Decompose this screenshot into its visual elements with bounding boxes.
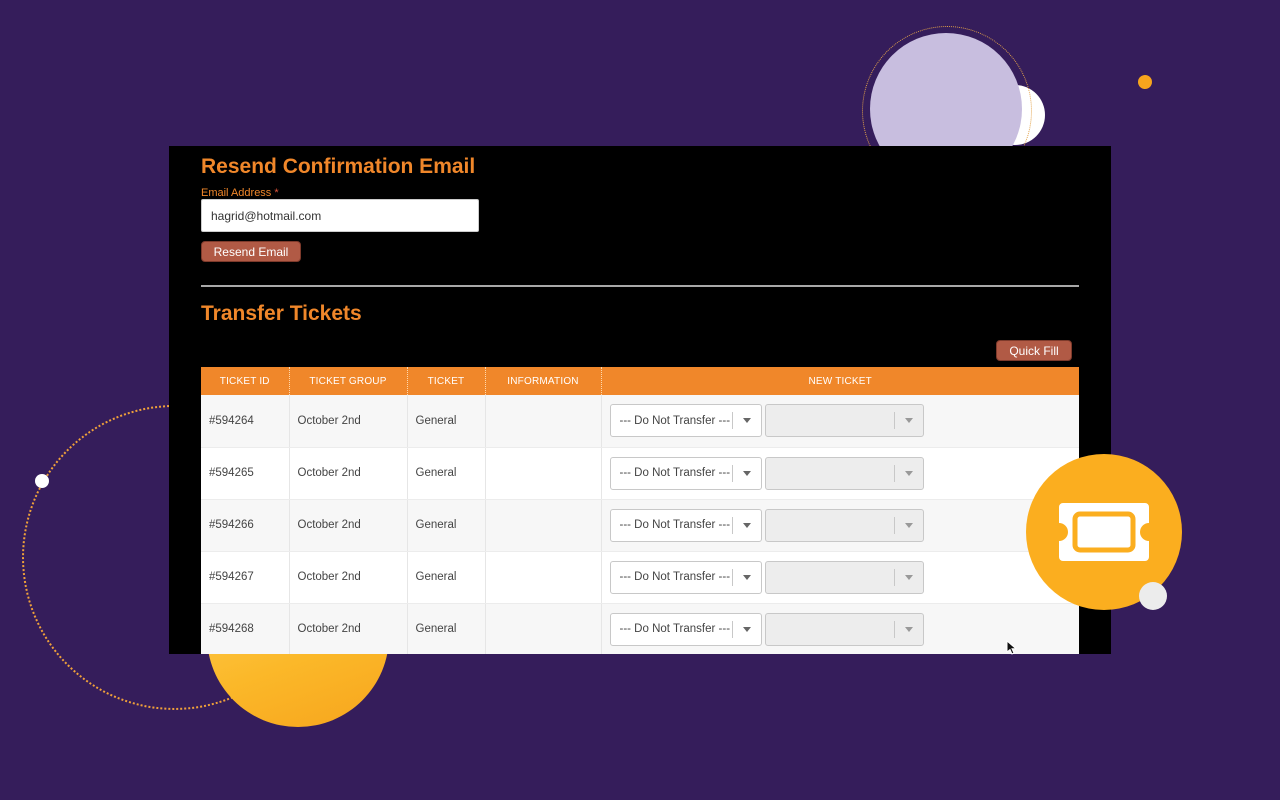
column-header-information: INFORMATION: [485, 367, 602, 395]
ticket-id-cell: #594268: [201, 603, 290, 654]
ticket-cell: General: [407, 447, 486, 500]
ticket-group-cell: October 2nd: [289, 603, 408, 654]
information-cell: [485, 551, 602, 604]
new-ticket-select-value: --- Do Not Transfer ---: [619, 467, 731, 479]
table-row: #594264 October 2nd General --- Do Not Tran…: [201, 395, 1079, 448]
new-ticket-select[interactable]: --- Do Not Transfer ---: [609, 612, 762, 646]
ticket-option-select[interactable]: [764, 508, 924, 542]
chevron-down-icon[interactable]: [733, 418, 761, 424]
required-marker: *: [274, 187, 279, 199]
table-row: #594265 October 2nd General --- Do Not Tran…: [201, 447, 1079, 500]
column-header-new-ticket: NEW TICKET: [601, 367, 1079, 395]
new-ticket-select[interactable]: --- Do Not Transfer ---: [609, 404, 762, 438]
new-ticket-select[interactable]: --- Do Not Transfer ---: [609, 456, 762, 490]
ticket-option-select[interactable]: [764, 612, 924, 646]
information-cell: [485, 603, 602, 654]
new-ticket-cell: --- Do Not Transfer ---: [601, 551, 1079, 604]
new-ticket-select[interactable]: --- Do Not Transfer ---: [609, 560, 762, 594]
ticket-cell: General: [407, 395, 486, 448]
new-ticket-select-value: --- Do Not Transfer ---: [619, 571, 731, 583]
ticket-id-cell: #594266: [201, 499, 290, 552]
column-header-ticket-group: TICKET GROUP: [289, 367, 408, 395]
resend-email-button[interactable]: Resend Email: [201, 241, 301, 262]
ticket-group-cell: October 2nd: [289, 551, 408, 604]
new-ticket-select-value: --- Do Not Transfer ---: [619, 414, 731, 427]
table-body: #594264 October 2nd General --- Do Not Tran…: [201, 395, 1079, 654]
app-window: Resend Confirmation Email Email Address …: [169, 146, 1111, 654]
chevron-down-icon[interactable]: [733, 574, 761, 580]
information-cell: [485, 395, 602, 448]
email-label-text: Email Address: [201, 187, 272, 199]
ticket-group-cell: October 2nd: [289, 395, 408, 448]
table-row: #594266 October 2nd General --- Do Not Tran…: [201, 499, 1079, 552]
ticket-option-select[interactable]: [764, 456, 924, 490]
decorative-grey-dot: [1139, 582, 1167, 610]
ticket-option-select[interactable]: [764, 404, 924, 438]
ticket-id-cell: #594267: [201, 551, 290, 604]
chevron-down-icon[interactable]: [895, 574, 923, 580]
new-ticket-select[interactable]: --- Do Not Transfer ---: [609, 508, 762, 542]
information-cell: [485, 447, 602, 500]
ticket-cell: General: [407, 551, 486, 604]
information-cell: [485, 499, 602, 552]
table-row: #594268 October 2nd General --- Do Not Tran…: [201, 603, 1079, 654]
ticket-group-cell: October 2nd: [289, 447, 408, 500]
chevron-down-icon[interactable]: [733, 626, 761, 632]
transfer-table: TICKET ID TICKET GROUP TICKET INFORMATIO…: [201, 367, 1079, 654]
email-field-label: Email Address *: [201, 187, 279, 199]
ticket-id-cell: #594264: [201, 395, 290, 448]
email-field[interactable]: [201, 199, 479, 232]
table-row: #594267 October 2nd General --- Do Not Tran…: [201, 551, 1079, 604]
new-ticket-select-value: --- Do Not Transfer ---: [619, 623, 731, 635]
new-ticket-cell: --- Do Not Transfer ---: [601, 447, 1079, 500]
chevron-down-icon[interactable]: [895, 626, 923, 632]
chevron-down-icon[interactable]: [733, 522, 761, 528]
chevron-down-icon[interactable]: [895, 470, 923, 476]
ticket-cell: General: [407, 603, 486, 654]
ticket-cell: General: [407, 499, 486, 552]
new-ticket-select-value: --- Do Not Transfer ---: [619, 519, 731, 531]
column-header-ticket-id: TICKET ID: [201, 367, 290, 395]
ticket-id-cell: #594265: [201, 447, 290, 500]
decorative-orange-dot: [1138, 75, 1152, 89]
new-ticket-cell: --- Do Not Transfer ---: [601, 395, 1079, 448]
mouse-cursor-icon: [1006, 640, 1018, 655]
chevron-down-icon[interactable]: [895, 418, 923, 424]
section-divider: [201, 285, 1079, 287]
transfer-section-title: Transfer Tickets: [201, 302, 362, 325]
chevron-down-icon[interactable]: [733, 470, 761, 476]
decorative-white-dot: [35, 474, 49, 488]
ticket-option-select[interactable]: [764, 560, 924, 594]
column-header-ticket: TICKET: [407, 367, 486, 395]
table-header: TICKET ID TICKET GROUP TICKET INFORMATIO…: [201, 367, 1079, 395]
ticket-group-cell: October 2nd: [289, 499, 408, 552]
quick-fill-button[interactable]: Quick Fill: [996, 340, 1072, 361]
decorative-white-circle: [985, 85, 1045, 145]
chevron-down-icon[interactable]: [895, 522, 923, 528]
resend-section-title: Resend Confirmation Email: [201, 155, 476, 178]
new-ticket-cell: --- Do Not Transfer ---: [601, 499, 1079, 552]
